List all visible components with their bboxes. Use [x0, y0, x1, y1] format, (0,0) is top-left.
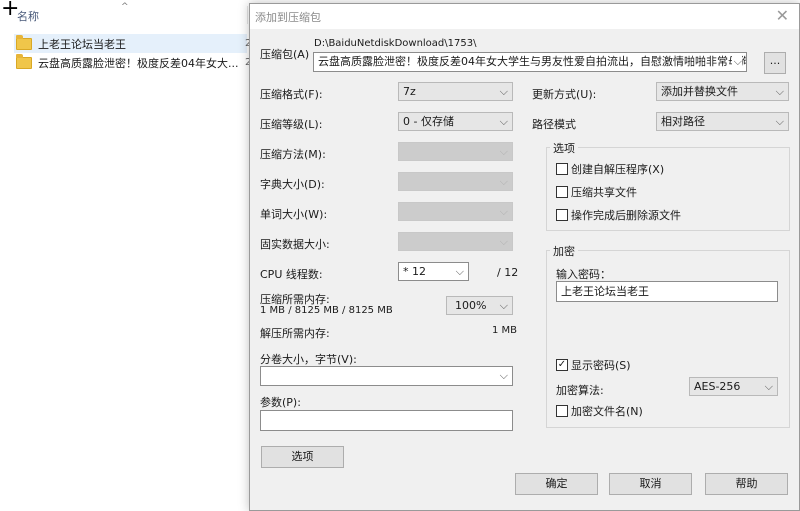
- password-input[interactable]: 上老王论坛当老王: [556, 281, 778, 302]
- threads-total: / 12: [497, 266, 519, 279]
- sort-arrow-icon: ^: [121, 2, 129, 12]
- solid-label: 固实数据大小:: [260, 238, 330, 251]
- checkmark-icon: ✓: [556, 359, 568, 371]
- cancel-button[interactable]: 取消: [609, 473, 692, 495]
- sfx-label: 创建自解压程序(X): [571, 163, 665, 176]
- column-separator: [247, 6, 248, 24]
- chevron-down-icon: ⌵: [499, 299, 508, 312]
- chevron-down-icon: ⌵: [499, 115, 508, 128]
- path-mode-value: 相对路径: [661, 115, 705, 128]
- solid-select: ⌵: [398, 232, 513, 251]
- close-icon[interactable]: ✕: [776, 6, 789, 25]
- browse-button[interactable]: ...: [764, 52, 786, 74]
- shared-files-checkbox[interactable]: 压缩共享文件: [556, 184, 637, 200]
- dialog-title: 添加到压缩包: [255, 11, 321, 24]
- update-mode-label: 更新方式(U):: [532, 88, 597, 101]
- chevron-down-icon: ⌵: [499, 85, 508, 98]
- method-select: ⌵: [398, 142, 513, 161]
- encrypt-names-label: 加密文件名(N): [571, 405, 643, 418]
- chevron-down-icon: ⌵: [499, 175, 508, 188]
- archive-name-combo[interactable]: 云盘高质露脸泄密！极度反差04年女大学生与男友性爱自拍流出，自慰激情啪啪非常母狗…: [313, 52, 747, 72]
- chevron-down-icon: ⌵: [499, 369, 508, 382]
- path-mode-select[interactable]: 相对路径 ⌵: [656, 112, 789, 131]
- split-volume-combo[interactable]: ⌵: [260, 366, 513, 386]
- encryption-method-value: AES-256: [694, 380, 741, 393]
- chevron-down-icon: ⌵: [499, 205, 508, 218]
- mem-percent-value: 100%: [455, 299, 487, 312]
- level-label: 压缩等级(L):: [260, 118, 323, 131]
- delete-after-label: 操作完成后删除源文件: [571, 209, 681, 222]
- file-name: 云盘高质露脸泄密！极度反差04年女大...: [38, 56, 239, 70]
- checkbox-icon: [556, 405, 568, 417]
- password-label: 输入密码：: [556, 268, 611, 281]
- mem-percent-select[interactable]: 100% ⌵: [446, 296, 513, 315]
- checkbox-icon: [556, 163, 568, 175]
- archive-label: 压缩包(A): [260, 48, 310, 61]
- dict-select: ⌵: [398, 172, 513, 191]
- dict-label: 字典大小(D):: [260, 178, 325, 191]
- params-label: 参数(P):: [260, 396, 301, 409]
- checkbox-icon: [556, 186, 568, 198]
- checkbox-icon: [556, 209, 568, 221]
- chevron-down-icon: ⌵: [455, 265, 464, 278]
- chevron-down-icon: ⌵: [775, 115, 784, 128]
- folder-icon: [16, 34, 32, 50]
- encryption-method-label: 加密算法:: [556, 384, 604, 397]
- chevron-down-icon: ⌵: [499, 235, 508, 248]
- add-to-archive-dialog: 添加到压缩包 ✕ 压缩包(A) D:\BaiduNetdiskDownload\…: [249, 3, 800, 511]
- show-password-checkbox[interactable]: ✓ 显示密码(S): [556, 357, 631, 373]
- help-button[interactable]: 帮助: [705, 473, 788, 495]
- word-label: 单词大小(W):: [260, 208, 328, 221]
- level-select[interactable]: 0 - 仅存储 ⌵: [398, 112, 513, 131]
- update-mode-value: 添加并替换文件: [661, 85, 738, 98]
- format-value: 7z: [403, 85, 416, 98]
- path-mode-label: 路径模式: [532, 118, 576, 131]
- ok-button[interactable]: 确定: [515, 473, 598, 495]
- format-label: 压缩格式(F):: [260, 88, 323, 101]
- delete-after-checkbox[interactable]: 操作完成后删除源文件: [556, 207, 681, 223]
- threads-label: CPU 线程数:: [260, 268, 323, 281]
- mem-decompress-label: 解压所需内存:: [260, 327, 330, 340]
- word-select: ⌵: [398, 202, 513, 221]
- encryption-group-title: 加密: [550, 243, 578, 259]
- chevron-down-icon[interactable]: ⌵: [731, 53, 742, 70]
- chevron-down-icon: ⌵: [499, 145, 508, 158]
- file-list-item[interactable]: 云盘高质露脸泄密！极度反差04年女大...: [14, 53, 247, 72]
- folder-icon: [16, 53, 32, 69]
- column-header-name[interactable]: 名称: [17, 8, 39, 24]
- encryption-method-select[interactable]: AES-256 ⌵: [689, 377, 778, 396]
- params-input[interactable]: [260, 410, 513, 431]
- shared-files-label: 压缩共享文件: [571, 186, 637, 199]
- file-name: 上老王论坛当老王: [38, 37, 126, 51]
- level-value: 0 - 仅存储: [403, 115, 454, 128]
- archive-path: D:\BaiduNetdiskDownload\1753\: [314, 38, 477, 49]
- chevron-down-icon: ⌵: [775, 85, 784, 98]
- mem-decompress-value: 1 MB: [492, 325, 518, 336]
- archive-name-value: 云盘高质露脸泄密！极度反差04年女大学生与男友性爱自拍流出，自慰激情啪啪非常母狗: [318, 55, 747, 68]
- chevron-down-icon: ⌵: [764, 380, 773, 393]
- sfx-checkbox[interactable]: 创建自解压程序(X): [556, 161, 664, 177]
- split-label: 分卷大小，字节(V):: [260, 353, 357, 366]
- options-button[interactable]: 选项: [261, 446, 344, 468]
- encrypt-names-checkbox[interactable]: 加密文件名(N): [556, 403, 643, 419]
- mem-compress-value: 1 MB / 8125 MB / 8125 MB: [260, 305, 393, 316]
- threads-value: * 12: [403, 265, 426, 278]
- threads-select[interactable]: * 12 ⌵: [398, 262, 469, 281]
- file-list-item[interactable]: 上老王论坛当老王: [14, 34, 247, 53]
- format-select[interactable]: 7z ⌵: [398, 82, 513, 101]
- title-bar[interactable]: 添加到压缩包 ✕: [250, 4, 799, 29]
- show-password-label: 显示密码(S): [571, 359, 631, 372]
- method-label: 压缩方法(M):: [260, 148, 326, 161]
- update-mode-select[interactable]: 添加并替换文件 ⌵: [656, 82, 789, 101]
- options-group-title: 选项: [550, 140, 578, 156]
